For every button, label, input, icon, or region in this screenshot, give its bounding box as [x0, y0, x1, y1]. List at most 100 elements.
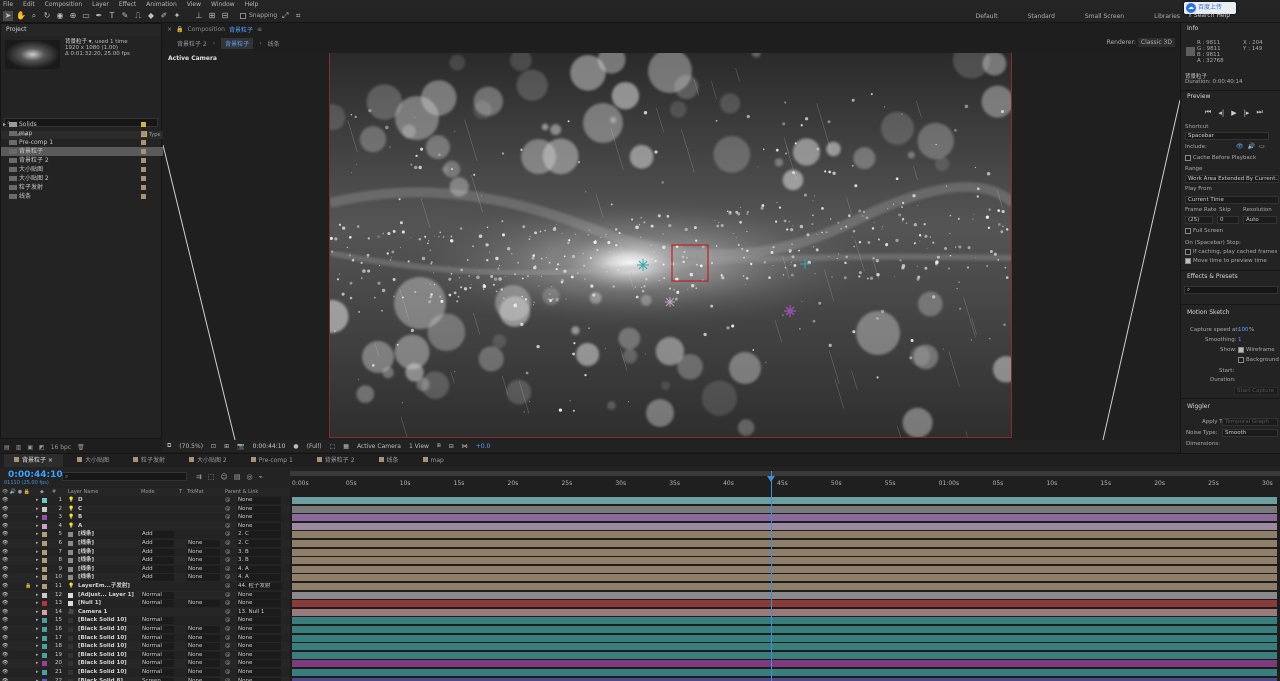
- layer-row[interactable]: 👁 ▸ 20 [Black Solid 10] Normal None @ None: [0, 659, 290, 668]
- layer-duration-bar[interactable]: [292, 600, 1277, 608]
- layer-name-column[interactable]: Layer Name: [68, 489, 98, 495]
- layer-row[interactable]: 👁 ▸ 10 [线条] Add None @4. A: [0, 573, 290, 582]
- resolution-dropdown[interactable]: (Full): [307, 443, 322, 450]
- pen-tool-icon[interactable]: ✒: [94, 11, 104, 21]
- project-item[interactable]: 背景粒子: [1, 147, 163, 156]
- visibility-eye-icon[interactable]: 👁: [2, 496, 8, 505]
- layer-duration-bar[interactable]: [292, 574, 1277, 582]
- parent-dropdown[interactable]: None: [237, 626, 281, 633]
- bpc-label[interactable]: 16 bpc: [51, 444, 71, 451]
- layer-name[interactable]: [Adjust... Layer 1]: [78, 591, 134, 600]
- menu-animation[interactable]: Animation: [146, 0, 177, 9]
- expand-arrow-icon[interactable]: ▸: [36, 573, 39, 582]
- visibility-eye-icon[interactable]: 👁: [2, 625, 8, 634]
- expand-arrow-icon[interactable]: ▸: [36, 539, 39, 548]
- label-swatch[interactable]: [42, 584, 47, 589]
- visibility-eye-icon[interactable]: 👁: [2, 522, 8, 531]
- blend-mode-dropdown[interactable]: Add: [141, 540, 174, 547]
- layer-row[interactable]: 👁 ▸ 4 💡 A @ None: [0, 521, 290, 531]
- menu-help[interactable]: Help: [245, 0, 259, 9]
- label-swatch[interactable]: [42, 566, 47, 572]
- label-swatch[interactable]: [42, 549, 47, 555]
- range-dropdown[interactable]: Work Area Extended By Current...: [1185, 175, 1279, 183]
- region-icon[interactable]: ⬚: [330, 443, 336, 450]
- parent-pickwhip-icon[interactable]: @: [225, 668, 231, 677]
- trkmat-dropdown[interactable]: None: [187, 643, 220, 651]
- parent-dropdown[interactable]: 4. A: [237, 574, 281, 582]
- layer-duration-bar[interactable]: [292, 634, 1277, 642]
- blend-mode-dropdown[interactable]: Normal: [141, 617, 174, 625]
- light-marker-pink[interactable]: [665, 297, 675, 307]
- parent-pickwhip-icon[interactable]: @: [225, 565, 231, 574]
- blend-mode-dropdown[interactable]: Add: [141, 565, 174, 573]
- label-swatch[interactable]: [141, 176, 146, 181]
- parent-pickwhip-icon[interactable]: @: [225, 608, 231, 617]
- color-icon[interactable]: ●: [293, 443, 298, 450]
- trkmat-dropdown[interactable]: None: [187, 660, 220, 668]
- label-swatch[interactable]: [42, 601, 47, 607]
- resolution-dropdown-preview[interactable]: Auto: [1243, 216, 1277, 224]
- breadcrumb-item[interactable]: 线条: [268, 39, 280, 48]
- layer-duration-bar[interactable]: [292, 557, 1277, 565]
- close-icon[interactable]: ×: [46, 457, 53, 464]
- breadcrumb-item[interactable]: 背景粒子 2: [177, 39, 207, 48]
- parent-column[interactable]: Parent & Link: [225, 489, 258, 495]
- hand-tool-icon[interactable]: ✋: [16, 11, 26, 21]
- layer-duration-bar[interactable]: [292, 608, 1277, 616]
- blend-mode-dropdown[interactable]: Normal: [141, 591, 174, 599]
- layer-name[interactable]: [Black Solid 10]: [78, 634, 127, 643]
- label-swatch[interactable]: [42, 652, 47, 658]
- layer-row[interactable]: 👁 ▸ 14 🎥 Camera 1 @13. Null 1: [0, 607, 290, 617]
- layer-name[interactable]: [Black Solid 10]: [78, 625, 127, 634]
- composition-tab[interactable]: × 🔒 Composition 背景粒子 ≡: [167, 25, 262, 34]
- parent-pickwhip-icon[interactable]: @: [225, 642, 231, 651]
- noise-type-dropdown[interactable]: Smooth: [1222, 429, 1278, 437]
- parent-dropdown[interactable]: None: [237, 677, 281, 681]
- first-frame-icon[interactable]: ⏮: [1205, 108, 1211, 117]
- layer-row[interactable]: 👁 ▸ 2 💡 C @ None: [0, 504, 290, 514]
- expand-arrow-icon[interactable]: ▸: [36, 659, 39, 668]
- parent-pickwhip-icon[interactable]: @: [225, 530, 231, 539]
- start-capture-button[interactable]: Start Capture: [1234, 387, 1278, 395]
- parent-pickwhip-icon[interactable]: @: [225, 513, 231, 522]
- visibility-eye-icon[interactable]: 👁: [2, 608, 8, 617]
- puppet-tool-icon[interactable]: ✦: [172, 11, 182, 21]
- trkmat-column[interactable]: TrkMat: [187, 489, 204, 495]
- expand-arrow-icon[interactable]: ▸: [36, 634, 39, 643]
- parent-pickwhip-icon[interactable]: @: [225, 505, 231, 514]
- trkmat-dropdown[interactable]: None: [187, 565, 220, 573]
- layer-row[interactable]: 👁 🔒 ▸ 11 💡 LayerEm...子发射] @44. 粒子发射: [0, 582, 290, 591]
- layer-duration-bar[interactable]: [292, 497, 1277, 504]
- layer-duration-bar[interactable]: [292, 677, 1277, 681]
- expand-arrow-icon[interactable]: ▸: [36, 599, 39, 608]
- label-swatch[interactable]: [141, 185, 146, 190]
- label-swatch[interactable]: [141, 140, 146, 145]
- label-swatch[interactable]: [141, 149, 146, 154]
- expand-arrow-icon[interactable]: ▸: [36, 616, 39, 625]
- search-help-field[interactable]: ⌕ Search Help: [1189, 12, 1230, 20]
- layer-name[interactable]: D: [78, 496, 83, 505]
- parent-dropdown[interactable]: 4. A: [237, 565, 281, 573]
- parent-pickwhip-icon[interactable]: @: [225, 522, 231, 531]
- layer-row[interactable]: 👁 ▸ 18 [Black Solid 10] Normal None @ None: [0, 642, 290, 651]
- expand-arrow-icon[interactable]: ▸: [36, 625, 39, 634]
- menu-composition[interactable]: Composition: [45, 0, 82, 9]
- layer-name[interactable]: C: [78, 505, 82, 514]
- layer-name[interactable]: [Null 1]: [78, 599, 101, 608]
- draft-3d-icon[interactable]: ⬚: [208, 473, 215, 481]
- wireframe-checkbox[interactable]: [1238, 347, 1244, 353]
- project-item[interactable]: 线条: [1, 192, 163, 201]
- snap-feather-icon[interactable]: ⌗: [293, 11, 303, 21]
- blend-mode-dropdown[interactable]: Add: [141, 531, 174, 539]
- project-item[interactable]: map: [1, 129, 163, 138]
- flowchart-icon[interactable]: ⋈: [462, 443, 468, 450]
- layer-name[interactable]: [线条]: [78, 565, 94, 574]
- layer-duration-bar[interactable]: [292, 643, 1277, 651]
- visibility-eye-icon[interactable]: 👁: [2, 505, 8, 514]
- frame-blending-icon[interactable]: ▤: [234, 473, 241, 481]
- parent-dropdown[interactable]: None: [237, 643, 281, 651]
- trkmat-dropdown[interactable]: None: [187, 548, 220, 556]
- mode-column[interactable]: Mode: [141, 489, 155, 495]
- layer-name[interactable]: [线条]: [78, 556, 94, 565]
- menu-icon[interactable]: ≡: [257, 26, 262, 33]
